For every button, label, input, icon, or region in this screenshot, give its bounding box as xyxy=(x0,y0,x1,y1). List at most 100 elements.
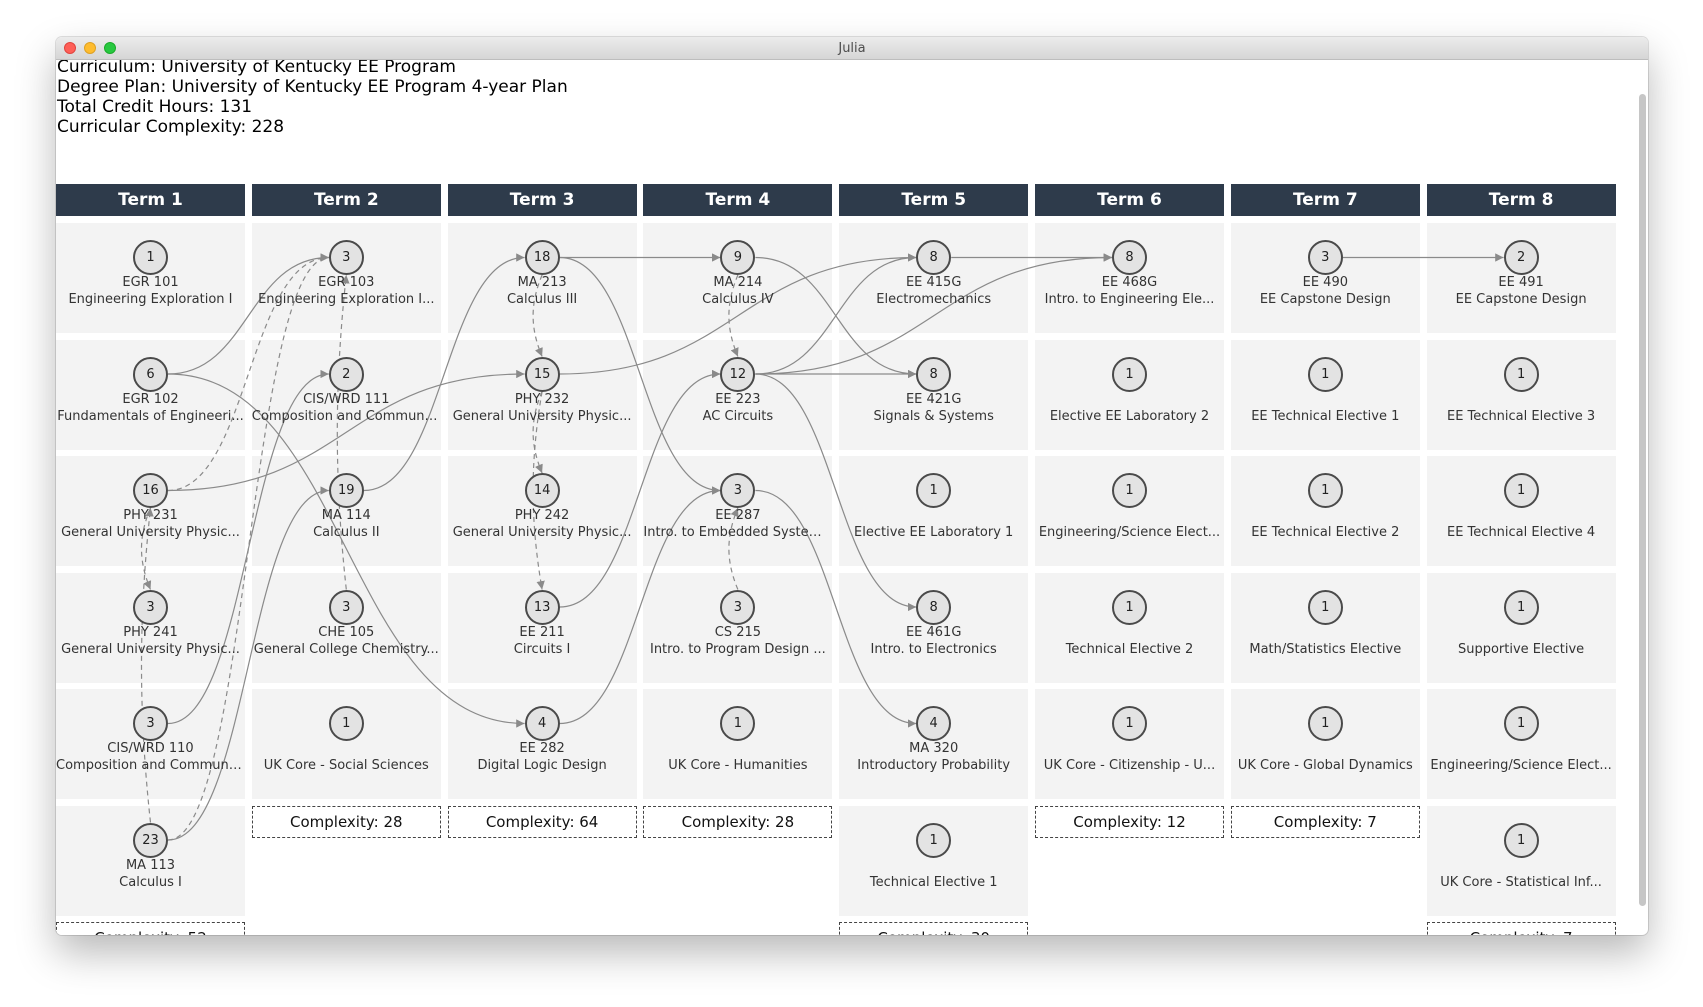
course-name: EE Capstone Design xyxy=(1259,292,1391,307)
course-complexity-node[interactable]: 1 xyxy=(1112,473,1147,508)
course-complexity-node[interactable]: 1 xyxy=(916,473,952,508)
course-code: PHY 231 xyxy=(123,508,178,523)
curricular-complexity: Curricular Complexity: 228 xyxy=(57,117,285,137)
course-name: Calculus III xyxy=(506,292,578,307)
course-name: Engineering Exploration I xyxy=(68,292,233,307)
course-complexity-node[interactable]: 8 xyxy=(1112,240,1147,275)
course-name: EE Technical Elective 1 xyxy=(1251,408,1400,424)
course-complexity-node[interactable]: 14 xyxy=(524,473,560,508)
course-complexity-node[interactable]: 4 xyxy=(524,706,560,741)
course-name: Composition and Communica... xyxy=(56,758,245,773)
course-complexity-node[interactable]: 1 xyxy=(1112,589,1147,625)
term-complexity: Complexity: 7 xyxy=(1426,922,1616,935)
term-header: Term 4 xyxy=(643,184,833,216)
course-complexity-node[interactable]: 8 xyxy=(916,356,952,392)
course-complexity-node[interactable]: 13 xyxy=(524,589,560,625)
course-code: EGR 102 xyxy=(122,391,179,407)
course-complexity-node[interactable]: 1 xyxy=(1503,706,1539,741)
course-code: EE 223 xyxy=(715,391,761,407)
total-credit-hours: Total Credit Hours: 131 xyxy=(57,97,253,117)
course-complexity-node[interactable]: 1 xyxy=(1307,356,1343,392)
course-name: Intro. to Program Design ... xyxy=(649,641,826,657)
course-name: UK Core - Humanities xyxy=(668,758,808,773)
course-name: General University Physic... xyxy=(61,525,240,540)
course-name: UK Core - Citizenship - U... xyxy=(1043,758,1216,773)
course-complexity-node[interactable]: 1 xyxy=(1112,356,1147,392)
course-name: EE Technical Elective 2 xyxy=(1251,525,1400,540)
course-name: General University Physic... xyxy=(452,525,632,540)
course-complexity-node[interactable]: 1 xyxy=(1503,473,1539,508)
course-name: Fundamentals of Engineeri... xyxy=(57,408,244,424)
term-complexity: Complexity: 28 xyxy=(251,805,441,838)
course-complexity-node[interactable]: 2 xyxy=(328,356,364,392)
course-name: EE Technical Elective 4 xyxy=(1447,525,1596,540)
course-name: AC Circuits xyxy=(702,408,774,424)
course-name: Electromechanics xyxy=(876,292,992,307)
term-complexity: Complexity: 7 xyxy=(1230,805,1420,838)
course-complexity-node[interactable]: 1 xyxy=(1503,589,1539,625)
course-code: CIS/WRD 111 xyxy=(303,391,390,407)
term-header: Term 7 xyxy=(1230,184,1420,216)
course-complexity-node[interactable]: 1 xyxy=(1307,589,1343,625)
course-name: Introductory Probability xyxy=(857,758,1011,773)
course-name: Intro. to Engineering Ele... xyxy=(1044,292,1215,307)
course-complexity-node[interactable]: 6 xyxy=(133,356,168,392)
course-name: Digital Logic Design xyxy=(477,758,607,773)
course-complexity-node[interactable]: 4 xyxy=(916,706,952,741)
term-complexity: Complexity: 12 xyxy=(1035,805,1224,838)
course-complexity-node[interactable]: 8 xyxy=(916,589,952,625)
course-code: EE 415G xyxy=(905,275,962,290)
course-complexity-node[interactable]: 3 xyxy=(133,589,168,625)
course-name: Elective EE Laboratory 1 xyxy=(854,525,1014,540)
course-code: EE 282 xyxy=(519,741,565,756)
course-name: Circuits I xyxy=(513,641,571,657)
course-name: General University Physic... xyxy=(452,408,632,424)
course-name: UK Core - Social Sciences xyxy=(263,758,429,773)
course-name: Technical Elective 2 xyxy=(1065,641,1194,657)
course-name: General College Chemistry... xyxy=(253,641,439,657)
course-complexity-node[interactable]: 2 xyxy=(1503,240,1539,275)
course-code: PHY 241 xyxy=(123,624,178,640)
course-complexity-node[interactable]: 23 xyxy=(133,822,168,858)
course-complexity-node[interactable]: 3 xyxy=(133,706,168,741)
course-complexity-node[interactable]: 15 xyxy=(524,356,560,392)
course-complexity-node[interactable]: 1 xyxy=(1112,706,1147,741)
course-complexity-node[interactable]: 1 xyxy=(1503,822,1539,858)
course-complexity-node[interactable]: 1 xyxy=(133,240,168,275)
course-code: MA 114 xyxy=(321,508,371,523)
curriculum-name: Curriculum: University of Kentucky EE Pr… xyxy=(57,60,456,77)
course-complexity-node[interactable]: 3 xyxy=(1307,240,1343,275)
course-code: EE 468G xyxy=(1101,275,1158,290)
course-complexity-node[interactable]: 8 xyxy=(916,240,952,275)
course-complexity-node[interactable]: 1 xyxy=(916,822,952,858)
course-complexity-node[interactable]: 18 xyxy=(524,240,560,275)
term-complexity: Complexity: 30 xyxy=(839,922,1029,935)
course-complexity-node[interactable]: 1 xyxy=(1307,473,1343,508)
course-code: MA 213 xyxy=(517,275,567,290)
course-name: Engineering Exploration I... xyxy=(258,292,435,307)
course-name: EE Capstone Design xyxy=(1455,292,1587,307)
course-complexity-node[interactable]: 1 xyxy=(1307,706,1343,741)
course-code: MA 113 xyxy=(125,857,176,873)
course-complexity-node[interactable]: 12 xyxy=(720,356,756,392)
course-name: Calculus IV xyxy=(702,292,774,307)
course-code: EE 421G xyxy=(905,391,962,407)
course-name: Intro. to Electronics xyxy=(870,641,997,657)
title-bar[interactable]: Julia xyxy=(56,37,1648,60)
term-header: Term 3 xyxy=(447,184,637,216)
course-code: PHY 242 xyxy=(514,508,570,523)
vertical-scrollbar[interactable] xyxy=(1639,94,1646,906)
course-complexity-node[interactable]: 3 xyxy=(328,589,364,625)
term-header: Term 8 xyxy=(1426,184,1616,216)
course-code: EE 287 xyxy=(715,508,761,523)
course-complexity-node[interactable]: 3 xyxy=(720,589,756,625)
course-complexity-node[interactable]: 16 xyxy=(133,473,168,508)
course-name: Engineering/Science Elect... xyxy=(1038,525,1221,540)
course-complexity-node[interactable]: 1 xyxy=(1503,356,1539,392)
course-complexity-node[interactable]: 19 xyxy=(328,473,364,508)
course-complexity-node[interactable]: 1 xyxy=(328,706,364,741)
course-code: MA 214 xyxy=(713,275,763,290)
course-code: CIS/WRD 110 xyxy=(107,741,194,756)
course-name: Intro. to Embedded System... xyxy=(643,525,833,540)
course-complexity-node[interactable]: 3 xyxy=(328,240,364,275)
